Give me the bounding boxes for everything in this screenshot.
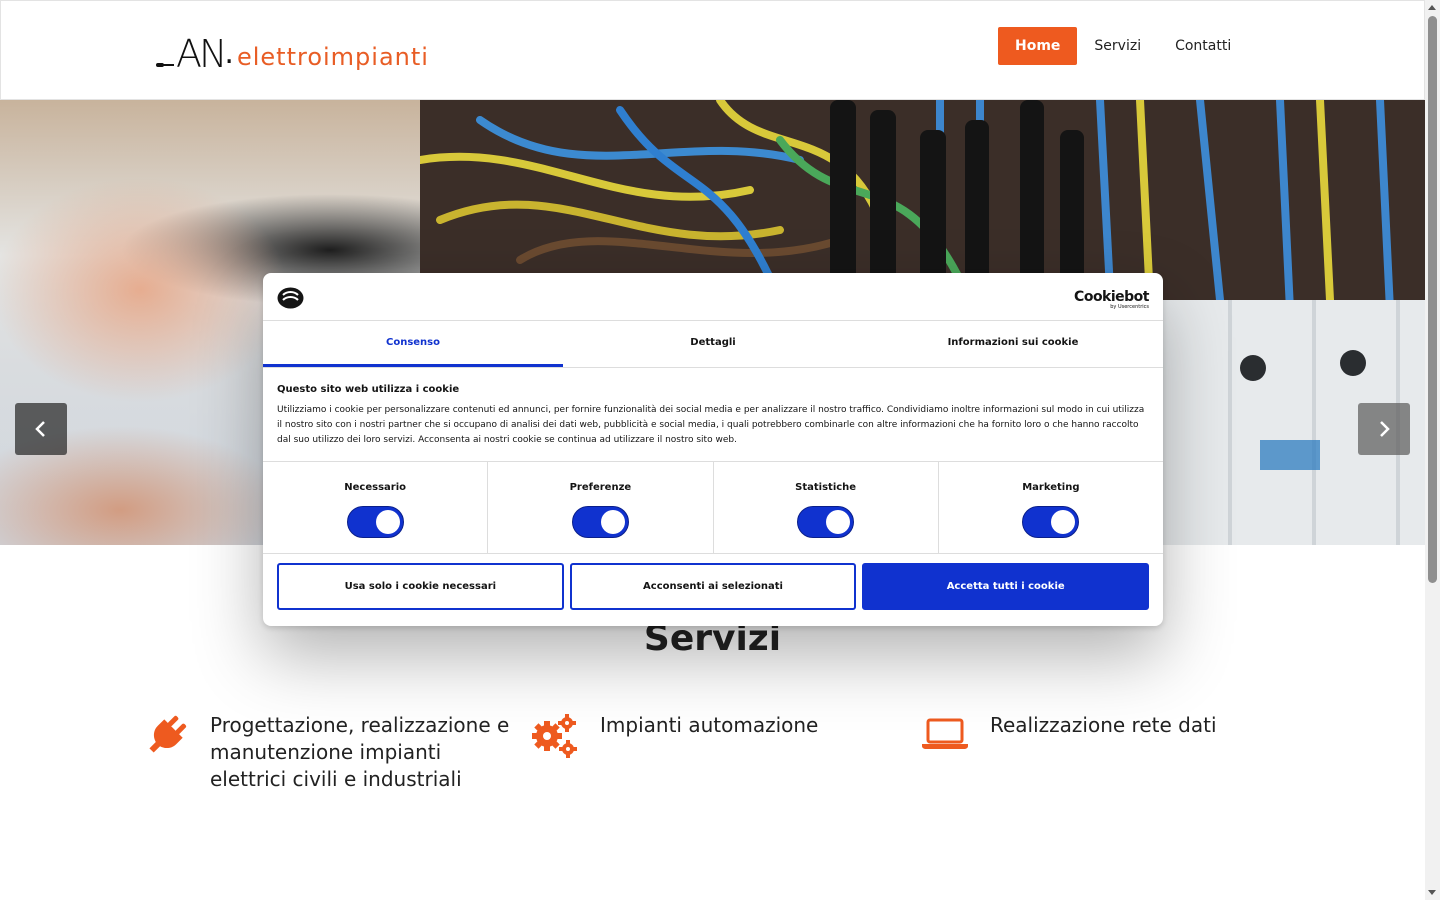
cookie-actions: Usa solo i cookie necessari Acconsenti a… [263, 554, 1163, 619]
service-text: Impianti automazione [600, 713, 819, 737]
plug-icon [149, 715, 187, 753]
nav-item-servizi[interactable]: Servizi [1077, 27, 1158, 65]
category-label: Statistiche [795, 482, 857, 493]
cookiebot-brand-sub: by Usercentrics [1110, 304, 1149, 310]
toggle-preferenze[interactable] [571, 506, 629, 538]
cookie-dialog-header: Cookiebot by Usercentrics [263, 273, 1163, 321]
category-label: Preferenze [569, 482, 632, 493]
cookie-consent-dialog: Cookiebot by Usercentrics Consenso Detta… [263, 273, 1163, 626]
category-label: Marketing [1022, 482, 1080, 493]
tab-consenso[interactable]: Consenso [263, 321, 563, 367]
main-nav: Home Servizi Contatti [998, 27, 1248, 65]
cookie-text: Utilizziamo i cookie per personalizzare … [277, 405, 1145, 445]
cookie-title: Questo sito web utilizza i cookie [277, 384, 460, 395]
service-item: Realizzazione rete dati [920, 712, 1290, 762]
page: AN . elettroimpianti Home Servizi Contat… [0, 0, 1440, 900]
site-badge-icon [277, 287, 304, 309]
cookie-categories: Necessario Preferenze Statistiche Market… [263, 462, 1163, 554]
scroll-thumb[interactable] [1428, 16, 1437, 583]
cookie-category-statistiche: Statistiche [714, 462, 939, 553]
nav-item-contatti[interactable]: Contatti [1158, 27, 1248, 65]
chevron-left-icon [35, 421, 45, 437]
allow-selected-button[interactable]: Acconsenti ai selezionati [569, 563, 857, 610]
toggle-marketing[interactable] [1022, 506, 1080, 538]
category-label: Necessario [344, 482, 406, 493]
accept-all-button[interactable]: Accetta tutti i cookie [862, 563, 1150, 610]
page-scrollbar[interactable] [1425, 0, 1440, 900]
scroll-up-icon[interactable] [1428, 5, 1436, 10]
cookie-category-preferenze: Preferenze [488, 462, 714, 553]
cookiebot-logo[interactable]: Cookiebot by Usercentrics [1074, 288, 1149, 310]
logo-dot: . [224, 36, 234, 71]
necessary-only-button[interactable]: Usa solo i cookie necessari [277, 563, 564, 610]
tab-informazioni[interactable]: Informazioni sui cookie [863, 321, 1163, 367]
cookiebot-brand: Cookiebot [1074, 289, 1149, 305]
cookie-description: Questo sito web utilizza i cookie Utiliz… [263, 368, 1163, 462]
gears-icon [532, 714, 577, 758]
service-text: Progettazione, realizzazione e manutenzi… [210, 713, 510, 791]
laptop-icon [922, 718, 968, 749]
carousel-next-button[interactable] [1358, 403, 1410, 455]
service-text: Realizzazione rete dati [990, 713, 1217, 737]
logo-prefix: AN [176, 32, 227, 76]
site-logo[interactable]: AN . elettroimpianti [156, 31, 429, 73]
toggle-statistiche[interactable] [797, 506, 855, 538]
plug-logo-icon [156, 37, 174, 73]
site-header: AN . elettroimpianti Home Servizi Contat… [0, 0, 1425, 100]
nav-item-home[interactable]: Home [998, 27, 1078, 65]
cookie-category-marketing: Marketing [939, 462, 1163, 553]
cookie-category-necessario: Necessario [263, 462, 489, 553]
service-item: Impianti automazione [530, 712, 900, 762]
scroll-down-icon[interactable] [1428, 890, 1436, 895]
tab-dettagli[interactable]: Dettagli [563, 321, 863, 367]
cookie-tabs: Consenso Dettagli Informazioni sui cooki… [263, 321, 1163, 368]
chevron-right-icon [1380, 421, 1390, 437]
carousel-prev-button[interactable] [15, 403, 67, 455]
service-item: Progettazione, realizzazione e manutenzi… [140, 712, 510, 793]
toggle-necessario[interactable] [346, 506, 404, 538]
logo-suffix: elettroimpianti [236, 43, 429, 71]
